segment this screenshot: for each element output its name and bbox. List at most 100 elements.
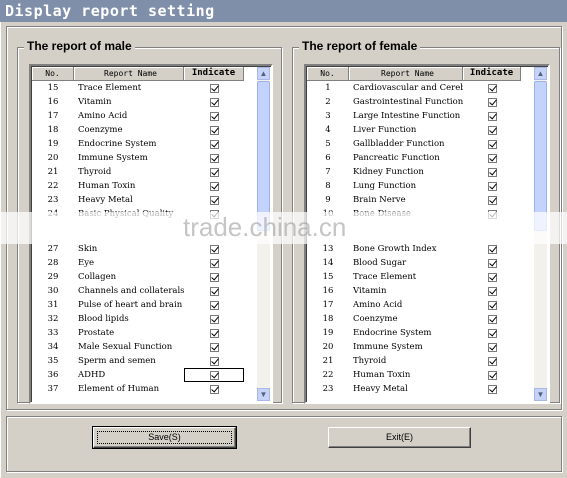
column-header-no[interactable]: No. [307,67,349,81]
checkbox-icon[interactable] [209,342,219,352]
checkbox-icon[interactable] [487,167,497,177]
indicate-cell[interactable] [463,270,521,284]
checkbox-icon[interactable] [209,195,219,205]
checkbox-icon[interactable] [487,195,497,205]
table-row[interactable]: 32 Blood lipids [32,312,257,326]
checkbox-icon[interactable] [487,209,497,219]
female-report-grid[interactable]: No. Report Name Indicate 1 Cardiovascular… [304,64,550,404]
checkbox-icon[interactable] [209,356,219,366]
table-row[interactable]: 22 Human Toxin [307,368,534,382]
scrollbar-thumb[interactable] [534,81,547,231]
checkbox-icon[interactable] [209,139,219,149]
indicate-cell[interactable] [184,382,244,396]
checkbox-icon[interactable] [209,370,219,380]
checkbox-icon[interactable] [487,153,497,163]
indicate-cell[interactable] [184,256,244,270]
indicate-cell[interactable] [463,326,521,340]
indicate-cell[interactable] [184,81,244,95]
table-row[interactable]: 5 Gallbladder Function [307,137,534,151]
table-row[interactable]: 4 Liver Function [307,123,534,137]
indicate-cell[interactable] [463,242,521,256]
column-header-indicate[interactable]: Indicate [463,67,521,81]
checkbox-icon[interactable] [487,300,497,310]
indicate-cell[interactable] [463,340,521,354]
table-row[interactable]: 35 Sperm and semen [32,354,257,368]
table-row[interactable]: 16 Vitamin [307,284,534,298]
checkbox-icon[interactable] [487,125,497,135]
table-row[interactable]: 21 Thyroid [32,165,257,179]
table-row[interactable]: 10 Bone Disease [307,207,534,221]
table-row[interactable]: 28 Eye [32,256,257,270]
male-report-grid[interactable]: No. Report Name Indicate 15 Trace Element… [29,64,273,404]
indicate-cell[interactable] [463,284,521,298]
indicate-cell[interactable] [463,81,521,95]
table-row[interactable]: 27 Skin [32,242,257,256]
table-row[interactable]: 19 Endocrine System [307,326,534,340]
checkbox-icon[interactable] [209,328,219,338]
table-row[interactable]: 20 Immune System [32,151,257,165]
male-grid-scrollbar[interactable]: ▲ ▼ [257,67,270,401]
table-row[interactable]: 3 Large Intestine Function [307,109,534,123]
column-header-no[interactable]: No. [32,67,74,81]
table-row[interactable]: 34 Male Sexual Function [32,340,257,354]
indicate-cell[interactable] [463,368,521,382]
table-row[interactable]: 8 Lung Function [307,179,534,193]
table-row[interactable]: 20 Immune System [307,340,534,354]
table-row[interactable]: 6 Pancreatic Function [307,151,534,165]
indicate-cell[interactable] [463,193,521,207]
table-row[interactable]: 37 Element of Human [32,382,257,396]
table-row[interactable]: 2 Gastrointestinal Function [307,95,534,109]
exit-button[interactable]: Exit(E) [328,427,471,448]
table-row[interactable]: 15 Trace Element [32,81,257,95]
checkbox-icon[interactable] [209,111,219,121]
indicate-cell[interactable] [463,382,521,396]
indicate-cell[interactable] [463,207,521,221]
table-row[interactable]: 1 Cardiovascular and Cerebrovascular [307,81,534,95]
indicate-cell[interactable] [463,179,521,193]
table-row[interactable]: 18 Coenzyme [32,123,257,137]
indicate-cell[interactable] [184,368,244,382]
checkbox-icon[interactable] [487,370,497,380]
table-row[interactable]: 31 Pulse of heart and brain [32,298,257,312]
checkbox-icon[interactable] [487,258,497,268]
checkbox-icon[interactable] [209,181,219,191]
table-row[interactable]: 23 Heavy Metal [307,382,534,396]
checkbox-icon[interactable] [209,209,219,219]
checkbox-icon[interactable] [487,342,497,352]
checkbox-icon[interactable] [209,167,219,177]
column-header-report-name[interactable]: Report Name [74,67,184,81]
indicate-cell[interactable] [463,95,521,109]
scroll-down-arrow-icon[interactable]: ▼ [534,388,547,401]
table-row[interactable]: 30 Channels and collaterals [32,284,257,298]
indicate-cell[interactable] [184,151,244,165]
table-row[interactable]: 7 Kidney Function [307,165,534,179]
checkbox-icon[interactable] [209,153,219,163]
table-row[interactable]: 18 Coenzyme [307,312,534,326]
table-row[interactable]: 19 Endocrine System [32,137,257,151]
checkbox-icon[interactable] [209,272,219,282]
table-row[interactable]: 21 Thyroid [307,354,534,368]
scrollbar-thumb[interactable] [257,81,270,231]
indicate-cell[interactable] [463,165,521,179]
save-button[interactable]: Save(S) [92,426,237,449]
checkbox-icon[interactable] [487,181,497,191]
table-row[interactable]: 17 Amino Acid [32,109,257,123]
indicate-cell[interactable] [184,179,244,193]
scroll-down-arrow-icon[interactable]: ▼ [257,388,270,401]
checkbox-icon[interactable] [209,97,219,107]
checkbox-icon[interactable] [209,384,219,394]
table-row[interactable]: 15 Trace Element [307,270,534,284]
indicate-cell[interactable] [184,270,244,284]
indicate-cell[interactable] [184,284,244,298]
scroll-up-arrow-icon[interactable]: ▲ [257,67,270,80]
checkbox-icon[interactable] [487,384,497,394]
column-header-indicate[interactable]: Indicate [184,67,244,81]
indicate-cell[interactable] [184,193,244,207]
indicate-cell[interactable] [463,312,521,326]
indicate-cell[interactable] [463,151,521,165]
indicate-cell[interactable] [184,123,244,137]
indicate-cell[interactable] [463,354,521,368]
checkbox-icon[interactable] [209,258,219,268]
female-grid-scrollbar[interactable]: ▲ ▼ [534,67,547,401]
indicate-cell[interactable] [184,109,244,123]
